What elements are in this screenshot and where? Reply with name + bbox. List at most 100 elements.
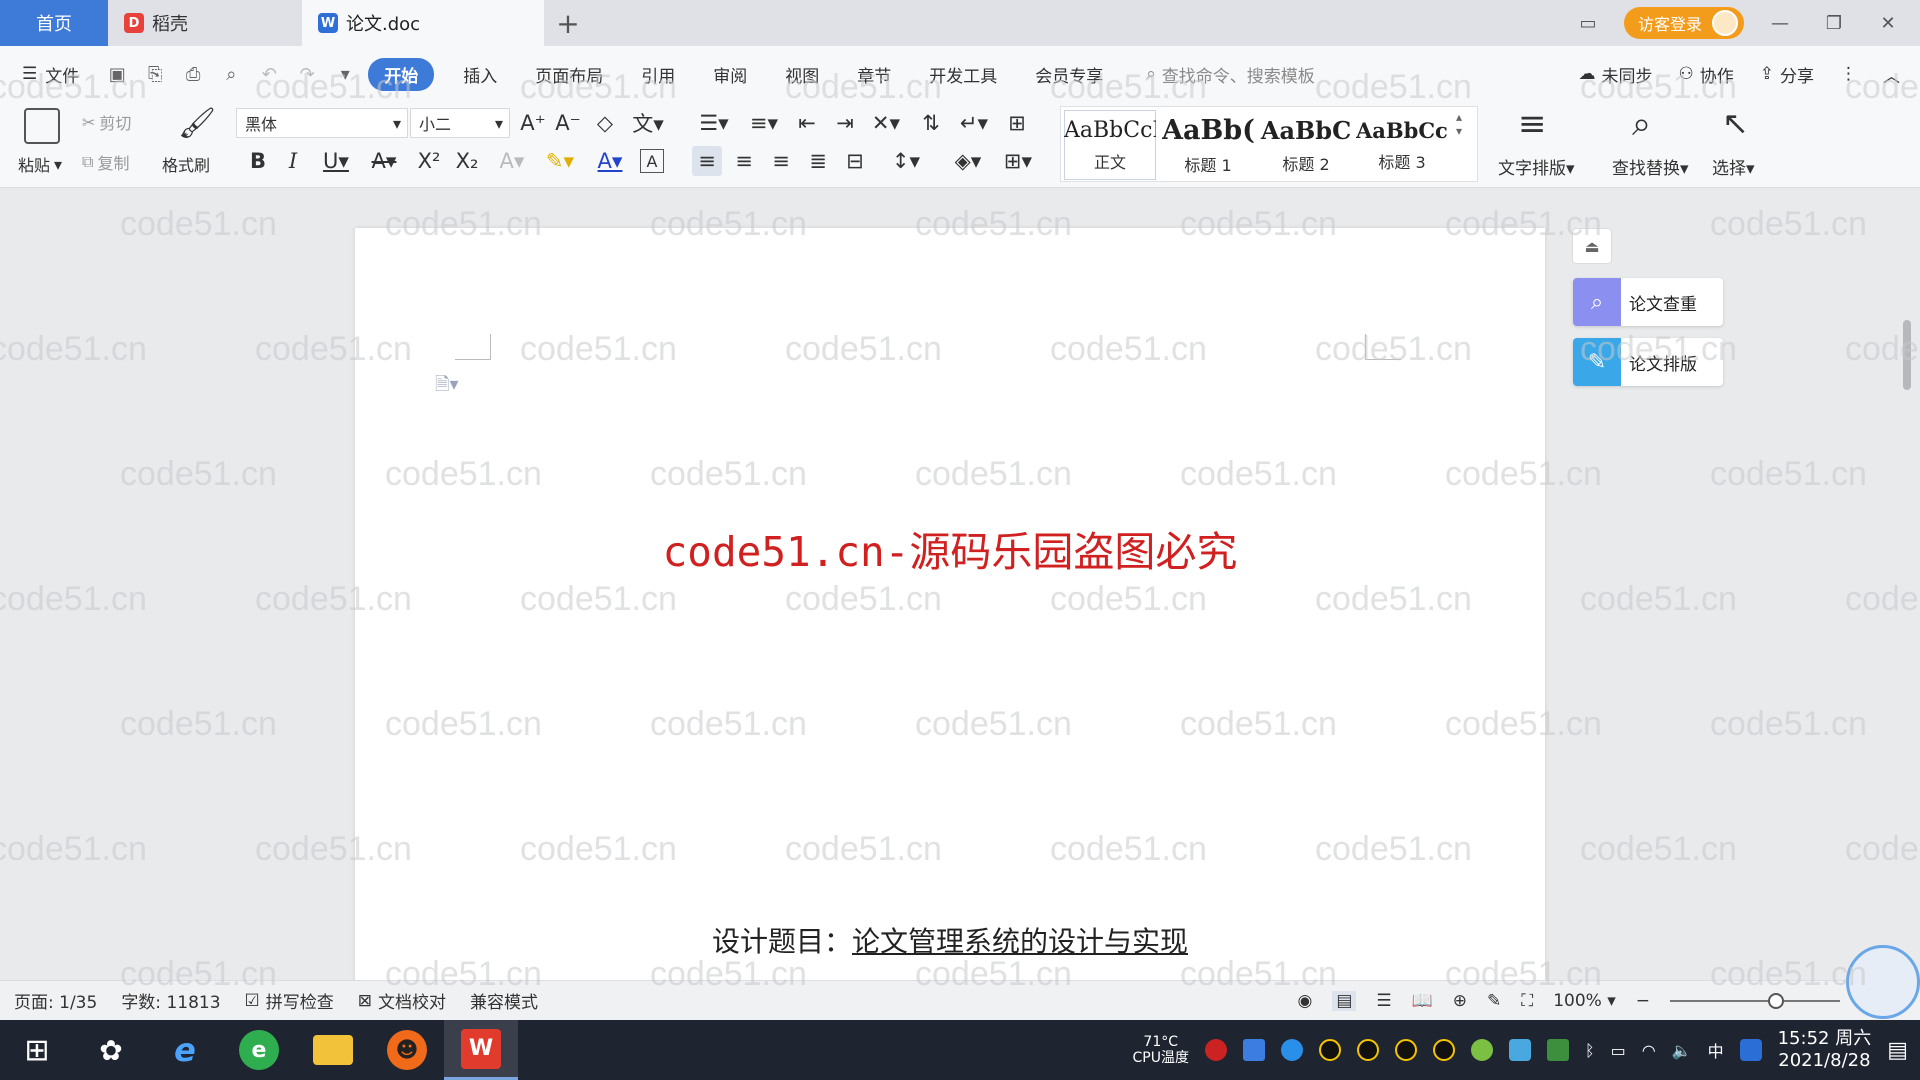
tray-app-icon[interactable]: [1242, 1039, 1265, 1061]
tab-home[interactable]: 首页: [0, 0, 108, 46]
collapse-ribbon-icon[interactable]: ︿: [1883, 62, 1900, 87]
ime-indicator[interactable]: 中: [1708, 1038, 1724, 1062]
redo-icon[interactable]: ↷: [296, 63, 318, 85]
copy-button[interactable]: ⧉ 复制: [82, 150, 129, 174]
document-page[interactable]: 🗎▾ code51.cn-源码乐园盗图必究 设计题目：论文管理系统的设计与实现: [355, 228, 1545, 1028]
cpu-temp[interactable]: 71°C CPU温度: [1132, 1034, 1188, 1066]
spell-check-button[interactable]: ☑ 拼写检查: [245, 988, 334, 1014]
app-orange-icon[interactable]: ☻: [370, 1020, 444, 1080]
strikethrough-icon[interactable]: A▾: [364, 146, 404, 176]
more-icon[interactable]: ⋮: [1840, 64, 1857, 84]
command-search[interactable]: ⌕ 查找命令、搜索模板: [1146, 62, 1315, 87]
new-tab-button[interactable]: +: [544, 0, 592, 46]
wifi-icon[interactable]: ◠: [1642, 1041, 1656, 1060]
decrease-indent-icon[interactable]: ⇤: [792, 108, 822, 138]
paste-button[interactable]: 粘贴 ▾: [18, 152, 62, 176]
bullet-list-icon[interactable]: ☰▾: [694, 108, 734, 138]
align-left-icon[interactable]: ≡: [692, 146, 722, 176]
find-replace-icon[interactable]: ⌕: [1632, 104, 1651, 144]
format-painter-button[interactable]: 格式刷: [162, 152, 210, 176]
proofread-button[interactable]: ⊠ 文档校对: [358, 988, 446, 1014]
browser-360-icon[interactable]: e: [222, 1020, 296, 1080]
qq-icon[interactable]: [1394, 1039, 1417, 1061]
qq-icon[interactable]: [1318, 1039, 1341, 1061]
tray-plus-icon[interactable]: [1470, 1039, 1493, 1061]
superscript-icon[interactable]: X²: [414, 146, 444, 176]
shield-icon[interactable]: [1280, 1039, 1303, 1061]
chinese-layout-icon[interactable]: ✕▾: [866, 108, 906, 138]
menu-tab-references[interactable]: 引用: [622, 62, 694, 87]
highlight-icon[interactable]: ✎▾: [540, 146, 580, 176]
app-pinwheel-icon[interactable]: ✿: [74, 1020, 148, 1080]
qq-icon[interactable]: [1432, 1039, 1455, 1061]
font-size-select[interactable]: 小二 ▾: [410, 108, 510, 138]
side-panel-collapse-button[interactable]: ⏏: [1572, 228, 1612, 264]
tray-app-icon[interactable]: [1204, 1039, 1227, 1061]
eye-protection-icon[interactable]: ◉: [1297, 991, 1312, 1011]
text-layout-button[interactable]: 文字排版▾: [1498, 154, 1575, 179]
increase-indent-icon[interactable]: ⇥: [830, 108, 860, 138]
text-effect-icon[interactable]: A▾: [492, 146, 532, 176]
tab-daoke[interactable]: D 稻壳: [108, 0, 302, 46]
scrollbar-thumb[interactable]: [1903, 320, 1911, 390]
char-border-icon[interactable]: A: [640, 149, 664, 173]
write-mode-icon[interactable]: ✎: [1487, 991, 1501, 1011]
read-view-icon[interactable]: 📖: [1412, 991, 1433, 1011]
minimize-button[interactable]: —: [1762, 13, 1798, 34]
align-center-icon[interactable]: ≡: [729, 146, 759, 176]
paste-icon[interactable]: [24, 108, 60, 144]
line-spacing-icon[interactable]: ↕▾: [886, 146, 926, 176]
styles-scroll-icon[interactable]: ▴ ▾: [1456, 110, 1462, 138]
zoom-slider[interactable]: [1670, 993, 1840, 1009]
windows-start-icon[interactable]: ⊞: [0, 1020, 74, 1080]
find-replace-button[interactable]: 查找替换▾: [1612, 154, 1689, 179]
style-heading-3[interactable]: AaBbCcl 标题 3: [1354, 110, 1450, 180]
share-button[interactable]: ⇪ 分享: [1760, 62, 1814, 87]
sync-status[interactable]: ☁ 未同步: [1579, 62, 1653, 87]
menu-tab-view[interactable]: 视图: [766, 62, 838, 87]
wps-writer-icon[interactable]: W: [444, 1020, 518, 1080]
select-button[interactable]: 选择▾: [1712, 154, 1755, 179]
zoom-out-icon[interactable]: −: [1636, 991, 1650, 1011]
shading-icon[interactable]: ◈▾: [948, 146, 988, 176]
tab-document[interactable]: W 论文.doc: [302, 0, 544, 46]
fit-page-icon[interactable]: ⛶: [1521, 991, 1533, 1011]
nvidia-icon[interactable]: [1546, 1039, 1569, 1061]
grow-font-icon[interactable]: A⁺: [518, 108, 548, 138]
save-icon[interactable]: ▣: [106, 63, 128, 85]
format-painter-icon[interactable]: 🖌: [178, 106, 216, 141]
vertical-scrollbar[interactable]: [1898, 250, 1916, 980]
justify-icon[interactable]: ≣: [803, 146, 833, 176]
restore-button[interactable]: ❐: [1816, 13, 1852, 34]
numbered-list-icon[interactable]: ≡▾: [744, 108, 784, 138]
style-heading-2[interactable]: AaBbC 标题 2: [1258, 110, 1354, 180]
export-pdf-icon[interactable]: ⎘: [144, 63, 166, 85]
shrink-font-icon[interactable]: A⁻: [553, 108, 583, 138]
menu-tab-developer[interactable]: 开发工具: [910, 62, 1016, 87]
page-count[interactable]: 页面: 1/35: [14, 988, 97, 1013]
zoom-level[interactable]: 100% ▾: [1553, 991, 1616, 1011]
select-cursor-icon[interactable]: ↖: [1722, 104, 1749, 142]
menu-tab-insert[interactable]: 插入: [444, 62, 516, 87]
align-right-icon[interactable]: ≡: [766, 146, 796, 176]
style-heading-1[interactable]: AaBb( 标题 1: [1160, 110, 1256, 180]
text-layout-icon[interactable]: ≡: [1518, 104, 1547, 144]
search-app-icon[interactable]: [1739, 1039, 1762, 1061]
phonetic-guide-icon[interactable]: 文▾: [628, 108, 668, 138]
font-family-select[interactable]: 黑体 ▾: [236, 108, 408, 138]
close-button[interactable]: ✕: [1870, 13, 1906, 34]
file-explorer-icon[interactable]: [296, 1020, 370, 1080]
design-title-line[interactable]: 设计题目：论文管理系统的设计与实现: [355, 920, 1545, 960]
bold-icon[interactable]: B: [243, 146, 273, 176]
bluetooth-icon[interactable]: ᛒ: [1585, 1041, 1595, 1060]
layout-icon[interactable]: ▭: [1570, 13, 1606, 34]
battery-icon[interactable]: ▭: [1611, 1041, 1626, 1060]
collaborate-button[interactable]: ⚇ 协作: [1679, 62, 1734, 87]
show-marks-icon[interactable]: ↵▾: [954, 108, 994, 138]
qq-icon[interactable]: [1356, 1039, 1379, 1061]
volume-icon[interactable]: 🔈: [1672, 1041, 1692, 1060]
notification-icon[interactable]: ▤: [1887, 1038, 1908, 1063]
menu-tab-review[interactable]: 审阅: [694, 62, 766, 87]
sort-icon[interactable]: ⇅: [916, 108, 946, 138]
zoom-slider-knob[interactable]: [1768, 993, 1784, 1009]
